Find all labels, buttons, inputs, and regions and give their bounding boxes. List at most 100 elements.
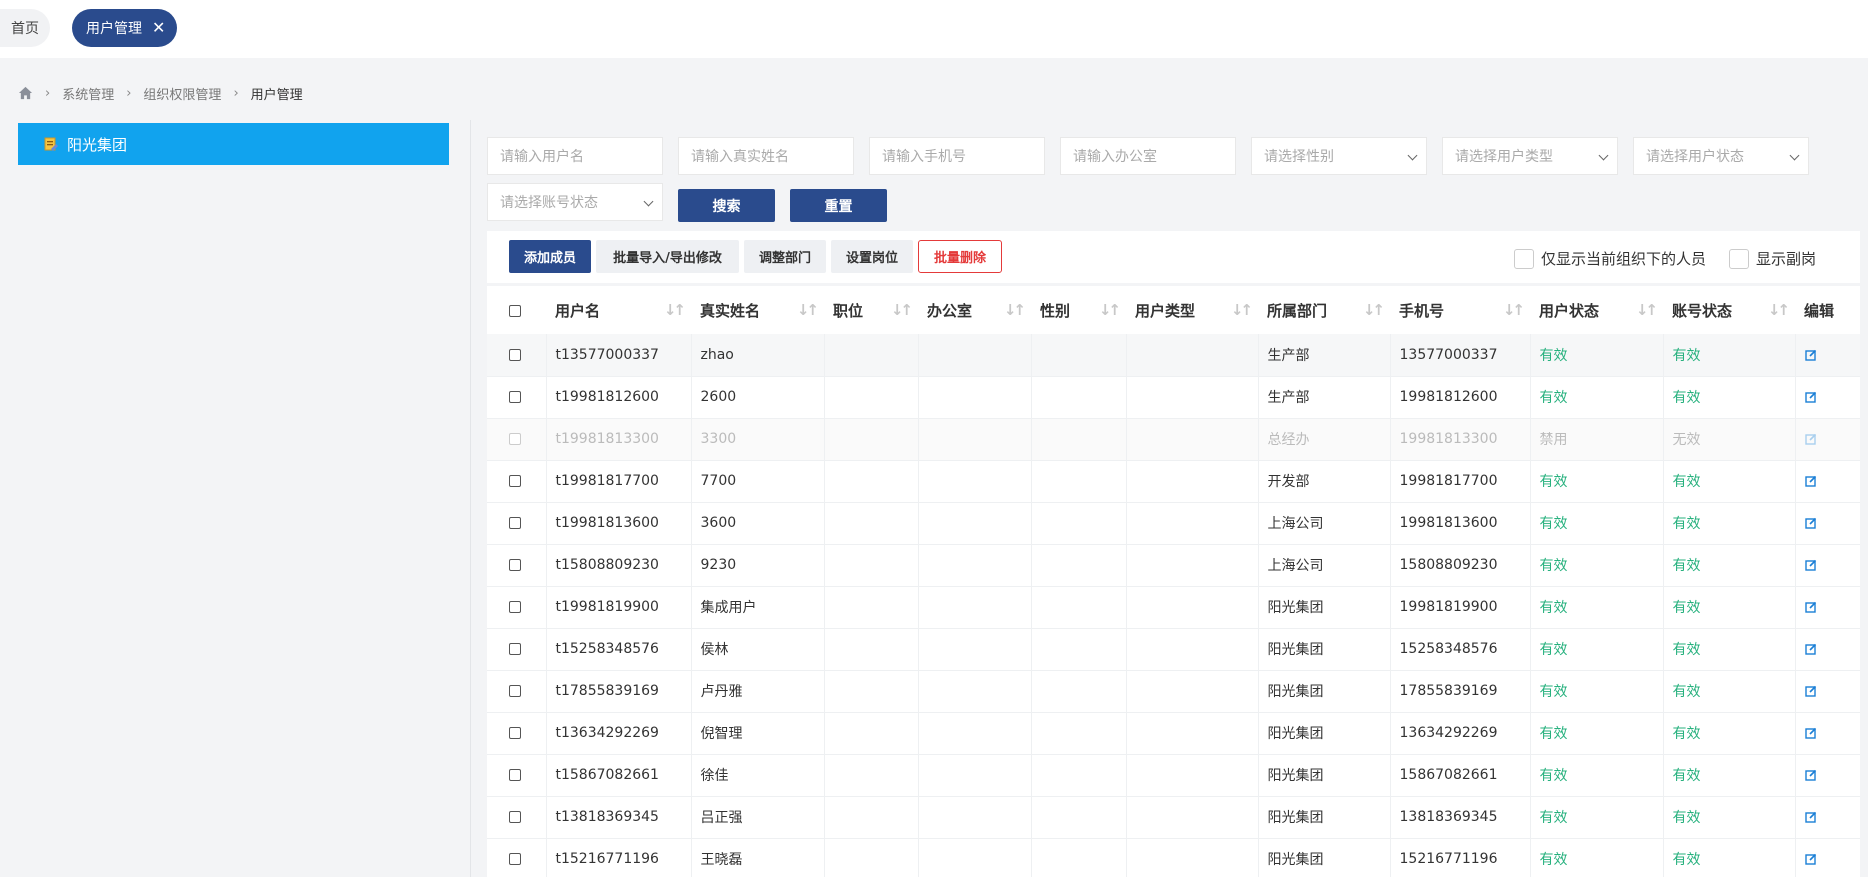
edit-icon[interactable] <box>1804 559 1817 571</box>
row-select-cell[interactable] <box>487 334 547 377</box>
table-row[interactable]: t15808809230 9230 上海公司 15808809230 有效 有效 <box>487 544 1860 587</box>
row-select-cell[interactable] <box>487 460 547 503</box>
realname-input[interactable]: 请输入真实姓名 <box>678 137 854 175</box>
edit-icon[interactable] <box>1804 685 1817 697</box>
table-row[interactable]: t19981812600 2600 生产部 19981812600 有效 有效 <box>487 376 1860 419</box>
row-checkbox[interactable] <box>509 391 521 403</box>
row-checkbox[interactable] <box>509 853 521 865</box>
home-icon[interactable] <box>18 86 33 100</box>
adjust-dept-button[interactable]: 调整部门 <box>744 240 826 273</box>
table-row[interactable]: t13634292269 倪智理 阳光集团 13634292269 有效 有效 <box>487 712 1860 755</box>
only-current-org-option[interactable]: 仅显示当前组织下的人员 <box>1514 248 1706 269</box>
sort-icon[interactable]: ↓↑ <box>1768 301 1790 319</box>
row-select-cell[interactable] <box>487 838 547 877</box>
cell-edit[interactable] <box>1795 712 1860 755</box>
edit-icon[interactable] <box>1804 853 1817 865</box>
row-checkbox[interactable] <box>509 559 521 571</box>
edit-icon[interactable] <box>1804 811 1817 823</box>
row-checkbox[interactable] <box>509 517 521 529</box>
row-select-cell[interactable] <box>487 712 547 755</box>
header-phone[interactable]: 手机号 ↓↑ <box>1390 286 1530 334</box>
row-select-cell[interactable] <box>487 796 547 839</box>
sort-icon[interactable]: ↓↑ <box>1004 301 1026 319</box>
row-select-cell[interactable] <box>487 670 547 713</box>
table-row[interactable]: t15867082661 徐佳 阳光集团 15867082661 有效 有效 <box>487 754 1860 797</box>
edit-icon[interactable] <box>1804 643 1817 655</box>
row-select-cell[interactable] <box>487 544 547 587</box>
sort-icon[interactable]: ↓↑ <box>891 301 913 319</box>
cell-edit[interactable] <box>1795 838 1860 877</box>
row-select-cell[interactable] <box>487 754 547 797</box>
sort-icon[interactable]: ↓↑ <box>797 301 819 319</box>
username-input[interactable]: 请输入用户名 <box>487 137 663 175</box>
row-checkbox[interactable] <box>509 475 521 487</box>
sort-icon[interactable]: ↓↑ <box>1231 301 1253 319</box>
header-realname[interactable]: 真实姓名 ↓↑ <box>691 286 824 334</box>
set-post-button[interactable]: 设置岗位 <box>831 240 913 273</box>
header-account-status[interactable]: 账号状态 ↓↑ <box>1663 286 1795 334</box>
table-row[interactable]: t19981813300 3300 总经办 19981813300 禁用 无效 <box>487 418 1860 461</box>
edit-icon[interactable] <box>1804 475 1817 487</box>
header-gender[interactable]: 性别 ↓↑ <box>1031 286 1126 334</box>
sort-icon[interactable]: ↓↑ <box>664 301 686 319</box>
cell-edit[interactable] <box>1795 334 1860 377</box>
edit-icon[interactable] <box>1804 769 1817 781</box>
cell-edit[interactable] <box>1795 460 1860 503</box>
header-position[interactable]: 职位 ↓↑ <box>824 286 918 334</box>
row-select-cell[interactable] <box>487 376 547 419</box>
table-row[interactable]: t19981817700 7700 开发部 19981817700 有效 有效 <box>487 460 1860 503</box>
cell-edit[interactable] <box>1795 418 1860 461</box>
table-row[interactable]: t19981813600 3600 上海公司 19981813600 有效 有效 <box>487 502 1860 545</box>
table-row[interactable]: t13577000337 zhao 生产部 13577000337 有效 有效 <box>487 334 1860 377</box>
breadcrumb-item[interactable]: 组织权限管理 <box>143 84 221 103</box>
reset-button[interactable]: 重置 <box>790 189 887 222</box>
edit-icon[interactable] <box>1804 727 1817 739</box>
batch-delete-button[interactable]: 批量删除 <box>918 240 1002 273</box>
row-checkbox[interactable] <box>509 685 521 697</box>
cell-edit[interactable] <box>1795 670 1860 713</box>
show-deputy-checkbox[interactable] <box>1729 248 1749 269</box>
user-status-select[interactable]: 请选择用户状态 <box>1633 137 1809 175</box>
only-current-org-checkbox[interactable] <box>1514 248 1534 269</box>
header-dept[interactable]: 所属部门 ↓↑ <box>1258 286 1390 334</box>
phone-input[interactable]: 请输入手机号 <box>869 137 1045 175</box>
show-deputy-option[interactable]: 显示副岗 <box>1729 248 1816 269</box>
table-row[interactable]: t19981819900 集成用户 阳光集团 19981819900 有效 有效 <box>487 586 1860 629</box>
cell-edit[interactable] <box>1795 754 1860 797</box>
header-user-type[interactable]: 用户类型 ↓↑ <box>1126 286 1258 334</box>
sort-icon[interactable]: ↓↑ <box>1503 301 1525 319</box>
account-status-select[interactable]: 请选择账号状态 <box>487 183 663 221</box>
header-username[interactable]: 用户名 ↓↑ <box>546 286 691 334</box>
edit-icon[interactable] <box>1804 391 1817 403</box>
office-input[interactable]: 请输入办公室 <box>1060 137 1236 175</box>
breadcrumb-item[interactable]: 系统管理 <box>62 84 114 103</box>
row-checkbox[interactable] <box>509 643 521 655</box>
row-checkbox[interactable] <box>509 348 521 361</box>
tab-user-management[interactable]: 用户管理 ✕ <box>72 9 177 47</box>
sort-icon[interactable]: ↓↑ <box>1363 301 1385 319</box>
table-row[interactable]: t13818369345 吕正强 阳光集团 13818369345 有效 有效 <box>487 796 1860 839</box>
sort-icon[interactable]: ↓↑ <box>1636 301 1658 319</box>
select-all-header[interactable] <box>487 286 546 334</box>
cell-edit[interactable] <box>1795 796 1860 839</box>
search-button[interactable]: 搜索 <box>678 189 775 222</box>
cell-edit[interactable] <box>1795 544 1860 587</box>
row-select-cell[interactable] <box>487 418 547 461</box>
edit-icon[interactable] <box>1804 517 1817 529</box>
tab-home[interactable]: 首页 <box>0 9 50 47</box>
table-row[interactable]: t15258348576 侯林 阳光集团 15258348576 有效 有效 <box>487 628 1860 671</box>
cell-edit[interactable] <box>1795 502 1860 545</box>
header-office[interactable]: 办公室 ↓↑ <box>918 286 1031 334</box>
row-checkbox[interactable] <box>509 811 521 823</box>
table-row[interactable]: t15216771196 王晓磊 阳光集团 15216771196 有效 有效 <box>487 838 1860 877</box>
row-select-cell[interactable] <box>487 502 547 545</box>
close-icon[interactable]: ✕ <box>152 20 165 36</box>
select-all-checkbox[interactable] <box>509 304 521 317</box>
row-select-cell[interactable] <box>487 628 547 671</box>
cell-edit[interactable] <box>1795 628 1860 671</box>
row-checkbox[interactable] <box>509 601 521 613</box>
row-select-cell[interactable] <box>487 586 547 629</box>
row-checkbox[interactable] <box>509 727 521 739</box>
cell-edit[interactable] <box>1795 376 1860 419</box>
tree-node-root[interactable]: 阳光集团 <box>18 123 449 165</box>
